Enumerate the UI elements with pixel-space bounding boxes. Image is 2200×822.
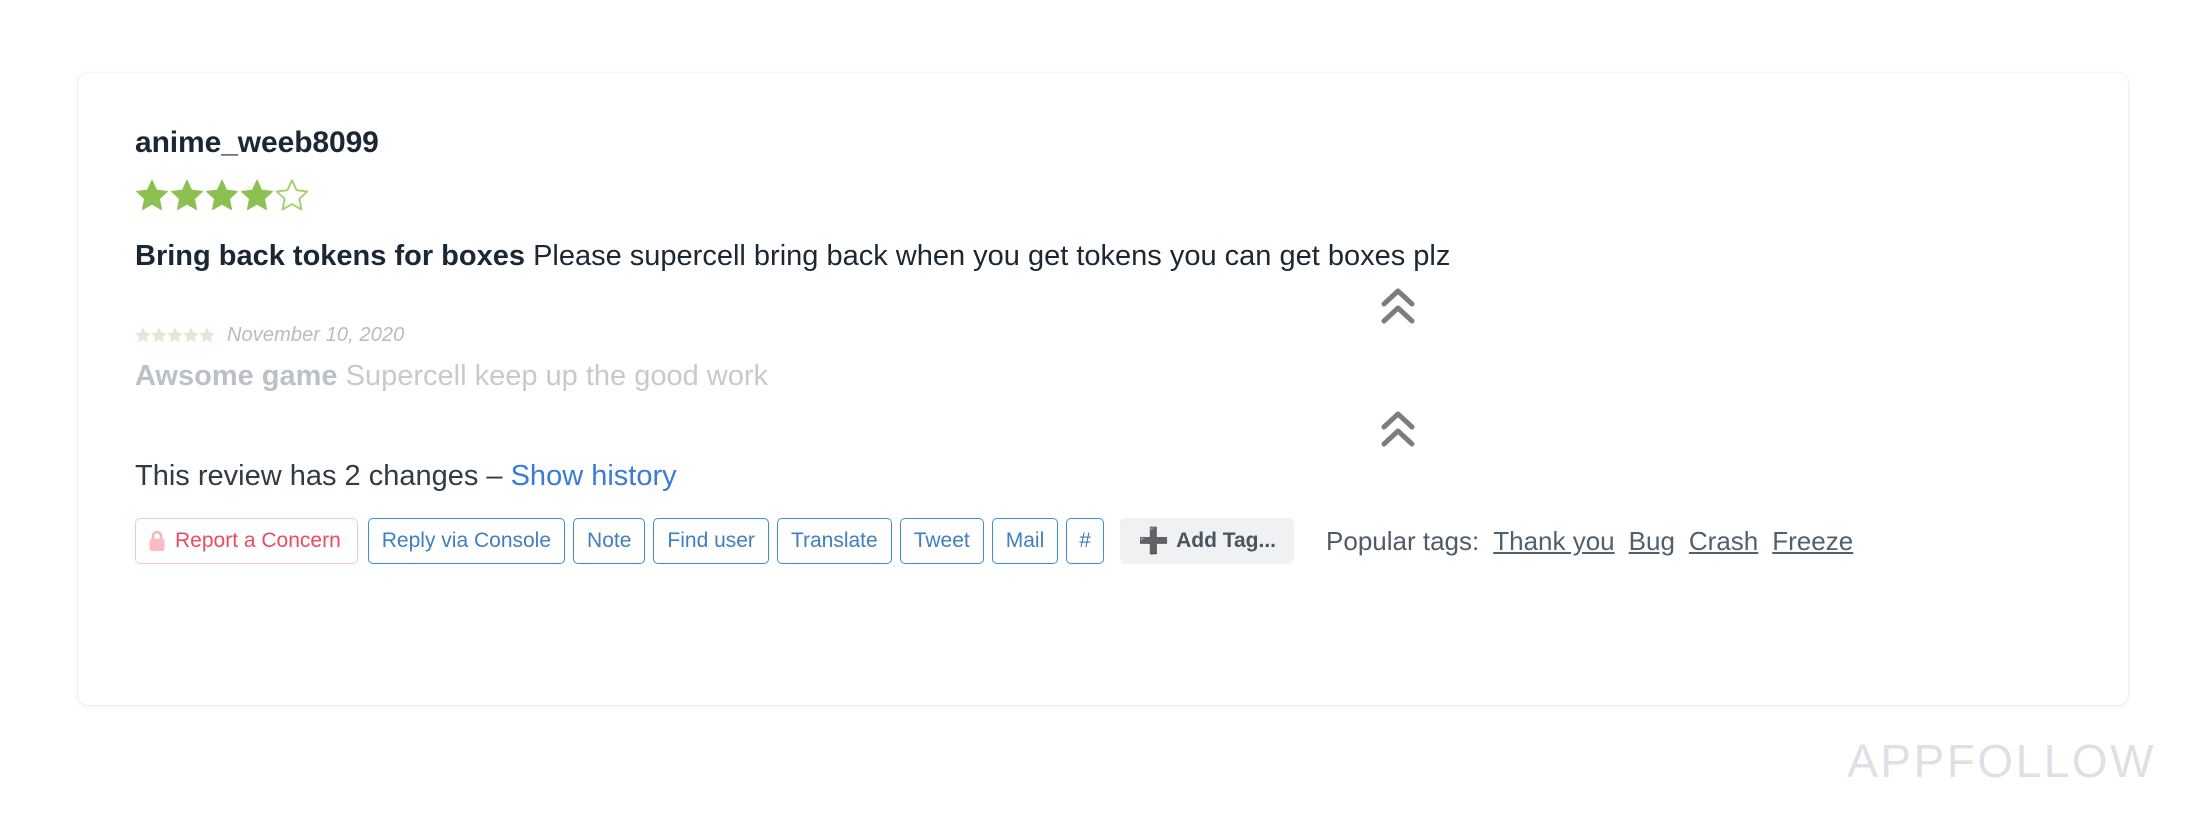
collapse-row-top — [135, 288, 2088, 328]
previous-revision-star-rating — [135, 327, 215, 343]
tweet-button[interactable]: Tweet — [899, 518, 984, 565]
find-user-label: Find user — [667, 529, 755, 553]
star-filled-icon — [135, 178, 169, 212]
mail-label: Mail — [1005, 529, 1045, 553]
reply-via-console-label: Reply via Console — [381, 529, 552, 553]
note-label: Note — [587, 529, 632, 553]
previous-star-filled-icon — [199, 327, 215, 343]
review-card-content: anime_weeb8099 Bring back tokens for box… — [135, 126, 2088, 565]
review-author: anime_weeb8099 — [135, 126, 379, 159]
popular-tags-label: Popular tags: — [1326, 525, 1480, 556]
previous-revision-body: Supercell keep up the good work — [345, 360, 768, 393]
previous-revision-text-line: Awsome game Supercell keep up the good w… — [135, 358, 2088, 394]
chevron-double-up-icon-bottom[interactable] — [1381, 411, 1415, 449]
popular-tag-freeze[interactable]: Freeze — [1772, 526, 1853, 557]
popular-tag-crash[interactable]: Crash — [1689, 526, 1758, 557]
mail-button[interactable]: Mail — [991, 518, 1059, 565]
review-history-text: This review has 2 changes – — [135, 459, 511, 492]
translate-label: Translate — [790, 529, 878, 553]
review-history-line: This review has 2 changes – Show history — [135, 459, 2088, 494]
previous-star-filled-icon — [167, 327, 183, 343]
tweet-label: Tweet — [913, 529, 970, 553]
review-text-line: Bring back tokens for boxes Please super… — [135, 238, 2088, 274]
popular-tags: Popular tags: Thank you Bug Crash Freeze — [1326, 526, 1853, 557]
star-rating — [135, 178, 2088, 212]
add-tag-button[interactable]: ➕ Add Tag... — [1119, 518, 1295, 565]
star-empty-icon — [275, 178, 309, 212]
review-title: Bring back tokens for boxes — [135, 240, 525, 272]
star-filled-icon — [240, 178, 274, 212]
find-user-button[interactable]: Find user — [653, 518, 769, 565]
previous-star-filled-icon — [183, 327, 199, 343]
report-a-concern-label: Report a Concern — [175, 529, 341, 553]
translate-button[interactable]: Translate — [776, 518, 892, 565]
hashtag-label: # — [1079, 529, 1091, 553]
previous-star-filled-icon — [135, 327, 151, 343]
hashtag-button[interactable]: # — [1066, 518, 1104, 565]
star-filled-icon — [170, 178, 204, 212]
note-button[interactable]: Note — [573, 518, 646, 565]
popular-tag-bug[interactable]: Bug — [1629, 526, 1675, 557]
chevron-double-up-icon-top[interactable] — [1381, 288, 1415, 326]
reply-via-console-button[interactable]: Reply via Console — [367, 518, 566, 565]
review-body: Please supercell bring back when you get… — [533, 240, 1451, 272]
appfollow-watermark: APPFOLLOW — [1847, 735, 2156, 787]
review-card: anime_weeb8099 Bring back tokens for box… — [78, 73, 2128, 705]
show-history-link[interactable]: Show history — [511, 460, 677, 492]
plus-icon: ➕ — [1137, 526, 1170, 555]
previous-star-filled-icon — [151, 327, 167, 343]
add-tag-label: Add Tag... — [1176, 529, 1277, 553]
star-filled-icon — [205, 178, 239, 212]
review-actions-toolbar: Report a Concern Reply via Console Note … — [135, 518, 2088, 565]
collapse-row-bottom — [135, 411, 2088, 451]
lock-icon — [147, 529, 167, 553]
report-a-concern-button[interactable]: Report a Concern — [135, 518, 358, 565]
popular-tag-thank-you[interactable]: Thank you — [1493, 526, 1614, 557]
previous-revision-title: Awsome game — [135, 360, 338, 393]
